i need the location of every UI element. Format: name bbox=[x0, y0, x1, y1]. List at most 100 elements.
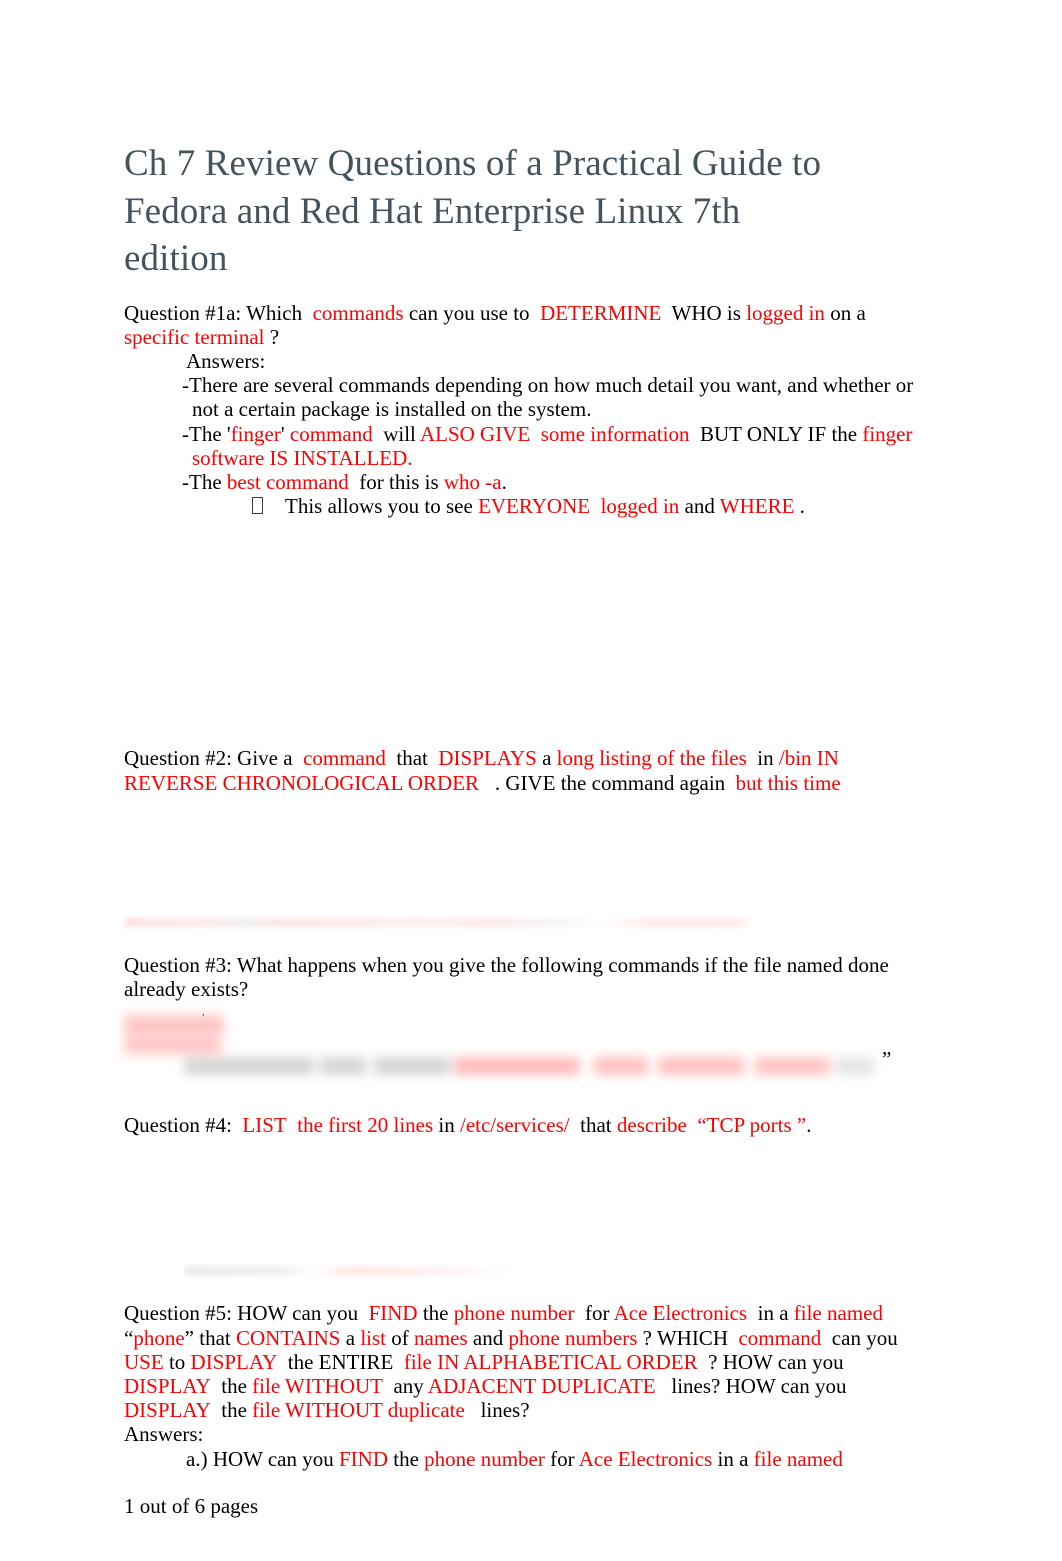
q1a-text-1: Question #1a: Which bbox=[124, 300, 303, 325]
q2-text-4: in bbox=[757, 746, 774, 771]
q5-ans-text-2: the bbox=[393, 1446, 419, 1471]
q5-highlight-adjacent-duplicate: ADJACENT DUPLICATE bbox=[427, 1373, 656, 1398]
q5-text-16: lines? HOW can you bbox=[671, 1373, 847, 1398]
blur-segment-1 bbox=[124, 1015, 224, 1035]
q5-quote-open: “ bbox=[124, 1325, 134, 1350]
q2-highlight-but-this-time: but this time bbox=[735, 770, 841, 795]
spacer-redaction-q3 bbox=[124, 931, 936, 953]
blur-trailing-quote: ” bbox=[882, 1047, 892, 1072]
q2-highlight-long-listing: long listing of the files bbox=[556, 746, 747, 771]
q5-ans-text-4: in a bbox=[717, 1446, 749, 1471]
missing-glyph-bullet-icon bbox=[252, 497, 263, 515]
q2-highlight-command: command bbox=[303, 746, 386, 771]
q1a-text-3: WHO is bbox=[671, 300, 741, 325]
q4-highlight-first-20-lines: the first 20 lines bbox=[297, 1113, 434, 1138]
q5-highlight-ace-electronics: Ace Electronics bbox=[613, 1301, 748, 1326]
q5-highlight-list: list bbox=[360, 1325, 386, 1350]
question-2-prompt: Question #2: Give a command that DISPLAY… bbox=[124, 746, 936, 794]
q5-text-11: to bbox=[168, 1349, 186, 1374]
q1a-bullet-highlight-logged-in: logged in bbox=[600, 494, 680, 519]
q1a-text-2: can you use to bbox=[408, 300, 530, 325]
q2-text-2: that bbox=[396, 746, 428, 771]
q1a-highlight-commands: commands bbox=[312, 300, 404, 325]
q1a-bullet-text-3: . bbox=[799, 494, 805, 519]
q5-text-15: any bbox=[393, 1373, 424, 1398]
q5-ans-text-1: a.) HOW can you bbox=[186, 1446, 334, 1471]
blur-segment-7 bbox=[594, 1057, 648, 1076]
q4-highlight-describe: describe bbox=[616, 1113, 687, 1138]
redacted-blur-strip-1 bbox=[124, 915, 754, 931]
question-1a-prompt: Question #1a: Which commands can you use… bbox=[124, 301, 936, 349]
q1a-answer-2: -The 'finger' command will ALSO GIVE som… bbox=[124, 422, 936, 470]
redacted-blur-block: , ” bbox=[124, 1006, 936, 1087]
q5-answers-label: Answers: bbox=[124, 1422, 204, 1447]
spacer-q1-q2 bbox=[124, 518, 936, 746]
q5-quote-close: ” bbox=[184, 1325, 194, 1350]
q1a-a2-highlight-also-give: ALSO GIVE bbox=[419, 421, 531, 446]
q1a-a2-text-1: -The ' bbox=[182, 421, 231, 446]
q1a-answer-3: -The best command for this is who -a. bbox=[124, 470, 936, 494]
q1a-a3-text-2: for this is bbox=[359, 469, 439, 494]
q4-highlight-etc-services: /etc/services/ bbox=[460, 1113, 570, 1138]
spacer-blur-q4 bbox=[124, 1087, 936, 1113]
q1a-a3-text-1: -The bbox=[182, 469, 222, 494]
q1a-a2-text-4: BUT ONLY IF the bbox=[699, 421, 858, 446]
document-page: Ch 7 Review Questions of a Practical Gui… bbox=[0, 0, 1062, 1561]
q5-ans-text-3: for bbox=[550, 1446, 575, 1471]
q5-ans-highlight-ace-electronics: Ace Electronics bbox=[578, 1446, 713, 1471]
q2-highlight-displays: DISPLAYS bbox=[438, 746, 537, 771]
q5-highlight-phone: phone bbox=[133, 1325, 185, 1350]
q2-text-1: Question #2: Give a bbox=[124, 746, 293, 771]
q1a-a2-highlight-command: command bbox=[289, 421, 373, 446]
q5-text-14: the bbox=[221, 1373, 247, 1398]
q4-highlight-list: LIST bbox=[242, 1113, 287, 1138]
q1a-bullet-item: This allows you to see EVERYONE logged i… bbox=[124, 494, 936, 518]
q5-text-13: ? HOW can you bbox=[708, 1349, 844, 1374]
q5-ans-highlight-find: FIND bbox=[338, 1446, 388, 1471]
q5-text-4: in a bbox=[757, 1301, 789, 1326]
q5-text-10: can you bbox=[831, 1325, 898, 1350]
q1a-a2-highlight-finger: finger bbox=[230, 421, 281, 446]
q1a-bullet-highlight-everyone: EVERYONE bbox=[478, 494, 591, 519]
q5-highlight-find: FIND bbox=[368, 1301, 418, 1326]
q5-text-7: of bbox=[391, 1325, 409, 1350]
q5-ans-highlight-file-named: file named bbox=[753, 1446, 843, 1471]
question-3-prompt: Question #3: What happens when you give … bbox=[124, 952, 889, 1001]
q1a-bullet-text-2: and bbox=[684, 494, 715, 519]
q4-text-2: in bbox=[438, 1113, 455, 1138]
q5-text-2: the bbox=[422, 1301, 449, 1326]
q5-text-18: lines? bbox=[480, 1398, 530, 1423]
q1a-a3-highlight-best-command: best command bbox=[226, 469, 349, 494]
q5-highlight-command: command bbox=[738, 1325, 822, 1350]
blur-segment-9 bbox=[754, 1057, 830, 1076]
q4-highlight-tcp-ports: “TCP ports ” bbox=[697, 1113, 807, 1138]
q5-highlight-display-2: DISPLAY bbox=[124, 1373, 211, 1398]
q2-text-3: a bbox=[542, 746, 552, 771]
q1a-a2-text-3: will bbox=[383, 421, 416, 446]
q2-text-5: . GIVE the command again bbox=[494, 770, 726, 795]
redacted-blur-strip-2 bbox=[184, 1263, 514, 1279]
q1a-text-5: ? bbox=[269, 324, 280, 349]
q4-text-4: . bbox=[806, 1113, 812, 1138]
q5-ans-highlight-phone-number: phone number bbox=[424, 1446, 545, 1471]
q5-highlight-file-without-1: file WITHOUT bbox=[252, 1373, 383, 1398]
question-5-prompt: Question #5: HOW can you FIND the phone … bbox=[124, 1301, 936, 1422]
q5-highlight-file-named: file named bbox=[793, 1301, 883, 1326]
question-4-prompt: Question #4: LIST the first 20 lines in … bbox=[124, 1113, 936, 1137]
q1a-answers-label: Answers: bbox=[186, 348, 266, 373]
blur-segment-8 bbox=[658, 1057, 744, 1076]
q5-text-6: a bbox=[345, 1325, 356, 1350]
q5-highlight-phone-number: phone number bbox=[453, 1301, 575, 1326]
q5-text-8: and bbox=[472, 1325, 504, 1350]
blur-segment-6 bbox=[454, 1057, 580, 1076]
q5-text-17: the bbox=[221, 1398, 247, 1423]
q1a-a3-text-3: . bbox=[501, 469, 507, 494]
q1a-text-4: on a bbox=[830, 300, 866, 325]
q5-highlight-phone-numbers: phone numbers bbox=[508, 1325, 638, 1350]
q5-text-9: ? WHICH bbox=[642, 1325, 728, 1350]
q5-text-1: Question #5: HOW can you bbox=[124, 1301, 359, 1326]
q1a-highlight-logged-in: logged in bbox=[746, 300, 825, 325]
spacer-q2-redaction bbox=[124, 795, 936, 915]
q1a-answer-1: -There are several commands depending on… bbox=[182, 373, 914, 422]
q5-highlight-alphabetical-order: file IN ALPHABETICAL ORDER bbox=[403, 1349, 698, 1374]
